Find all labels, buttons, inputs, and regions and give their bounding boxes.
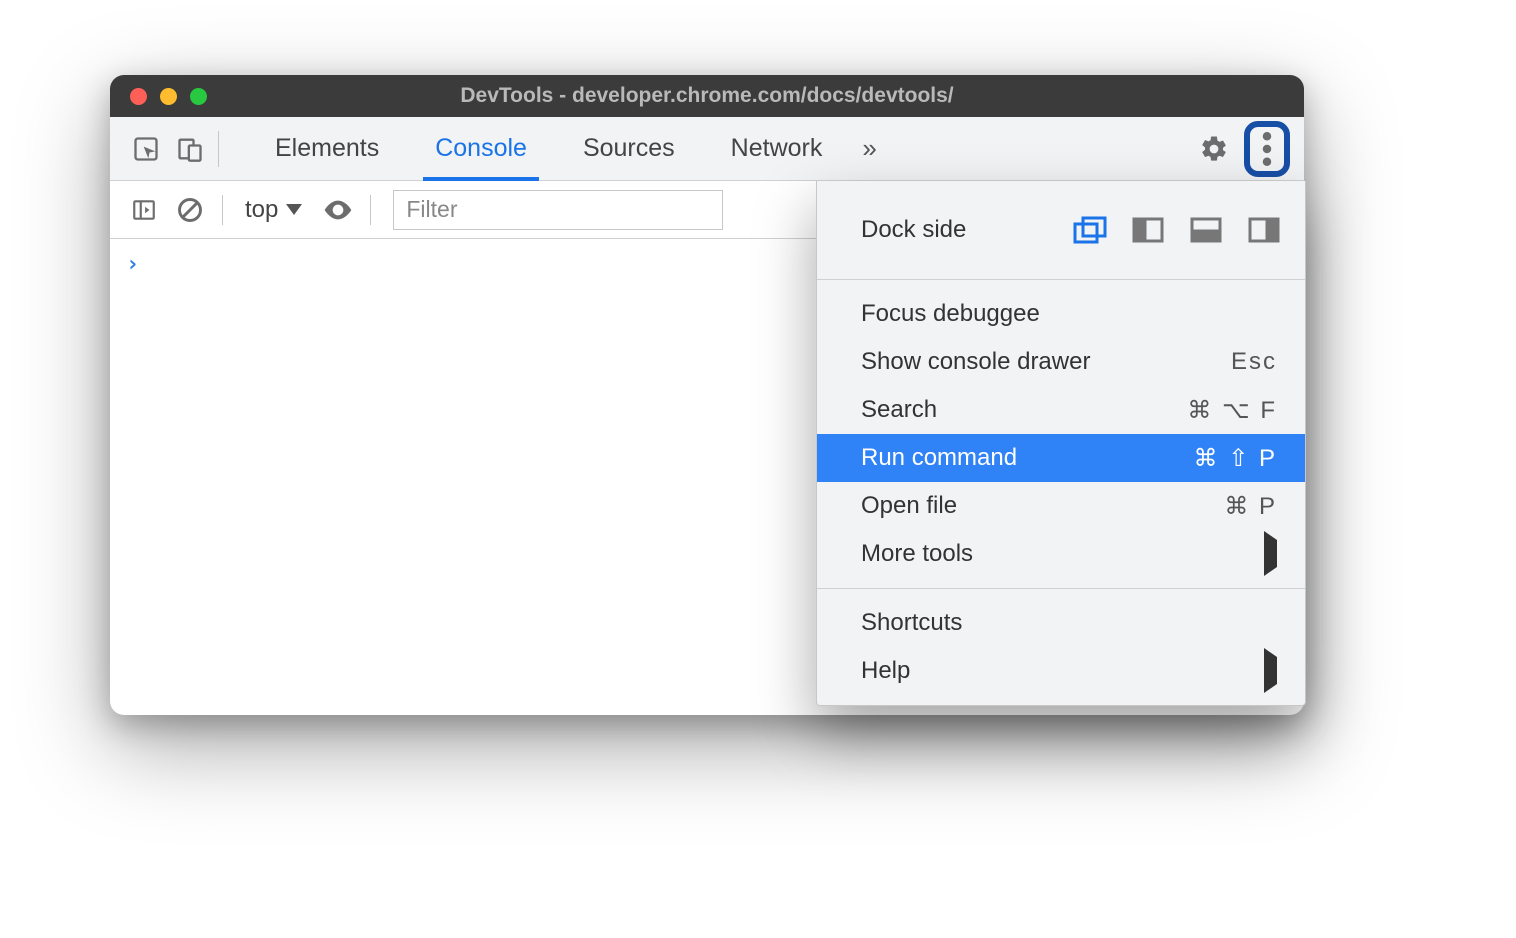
divider	[222, 195, 223, 225]
panel-tabs: Elements Console Sources Network »	[247, 117, 877, 180]
dock-bottom-icon[interactable]	[1189, 216, 1223, 244]
maximize-window-button[interactable]	[190, 88, 207, 105]
menu-item-label: Run command	[861, 444, 1017, 472]
menu-item-label: Shortcuts	[861, 609, 962, 637]
more-tabs-icon[interactable]: »	[862, 133, 876, 164]
settings-icon[interactable]	[1192, 127, 1236, 171]
inspect-element-icon[interactable]	[124, 127, 168, 171]
menu-item-label: Show console drawer	[861, 348, 1090, 376]
submenu-arrow-icon	[1264, 657, 1277, 685]
dock-undock-icon[interactable]	[1073, 216, 1107, 244]
menu-item-label: Help	[861, 657, 910, 685]
kebab-menu-panel: Dock side	[816, 181, 1306, 706]
caret-down-icon	[286, 204, 302, 215]
menu-item-show-console-drawer[interactable]: Show console drawer Esc	[817, 338, 1305, 386]
tab-network[interactable]: Network	[703, 117, 851, 180]
menu-item-focus-debuggee[interactable]: Focus debuggee	[817, 290, 1305, 338]
kebab-menu-icon[interactable]	[1252, 129, 1282, 169]
menu-item-open-file[interactable]: Open file ⌘ P	[817, 482, 1305, 530]
menu-item-more-tools[interactable]: More tools	[817, 530, 1305, 578]
menu-group-2: Shortcuts Help	[817, 588, 1305, 705]
menu-item-label: Search	[861, 396, 937, 424]
device-toggle-icon[interactable]	[168, 127, 212, 171]
menu-item-shortcut: Esc	[1231, 348, 1277, 376]
menu-item-label: Focus debuggee	[861, 300, 1040, 328]
dock-side-label: Dock side	[861, 216, 966, 244]
context-selector[interactable]: top	[235, 196, 312, 224]
dock-left-icon[interactable]	[1131, 216, 1165, 244]
menu-item-help[interactable]: Help	[817, 647, 1305, 695]
tab-console[interactable]: Console	[407, 117, 555, 180]
toggle-sidebar-icon[interactable]	[124, 190, 164, 230]
console-prompt-icon: ›	[126, 252, 139, 277]
menu-item-shortcut: ⌘ P	[1224, 492, 1277, 521]
window-title: DevTools - developer.chrome.com/docs/dev…	[110, 84, 1304, 108]
menu-item-search[interactable]: Search ⌘ ⌥ F	[817, 386, 1305, 434]
devtools-window: DevTools - developer.chrome.com/docs/dev…	[110, 75, 1304, 715]
menu-item-shortcut: ⌘ ⌥ F	[1187, 396, 1277, 425]
menu-item-label: More tools	[861, 540, 973, 568]
divider	[370, 195, 371, 225]
window-controls	[110, 88, 207, 105]
tab-elements[interactable]: Elements	[247, 117, 407, 180]
dock-right-icon[interactable]	[1247, 216, 1281, 244]
tab-sources[interactable]: Sources	[555, 117, 703, 180]
divider	[218, 131, 219, 167]
live-expression-icon[interactable]	[318, 190, 358, 230]
dock-side-row: Dock side	[817, 191, 1305, 269]
menu-item-shortcuts[interactable]: Shortcuts	[817, 599, 1305, 647]
context-label: top	[245, 196, 278, 224]
kebab-menu-highlight	[1244, 121, 1290, 177]
filter-input[interactable]	[393, 190, 723, 230]
titlebar: DevTools - developer.chrome.com/docs/dev…	[110, 75, 1304, 117]
menu-item-run-command[interactable]: Run command ⌘ ⇧ P	[817, 434, 1305, 482]
clear-console-icon[interactable]	[170, 190, 210, 230]
menu-item-shortcut: ⌘ ⇧ P	[1194, 444, 1277, 473]
main-toolbar: Elements Console Sources Network »	[110, 117, 1304, 181]
minimize-window-button[interactable]	[160, 88, 177, 105]
menu-group-1: Focus debuggee Show console drawer Esc Sear…	[817, 279, 1305, 588]
submenu-arrow-icon	[1264, 540, 1277, 568]
close-window-button[interactable]	[130, 88, 147, 105]
menu-item-label: Open file	[861, 492, 957, 520]
